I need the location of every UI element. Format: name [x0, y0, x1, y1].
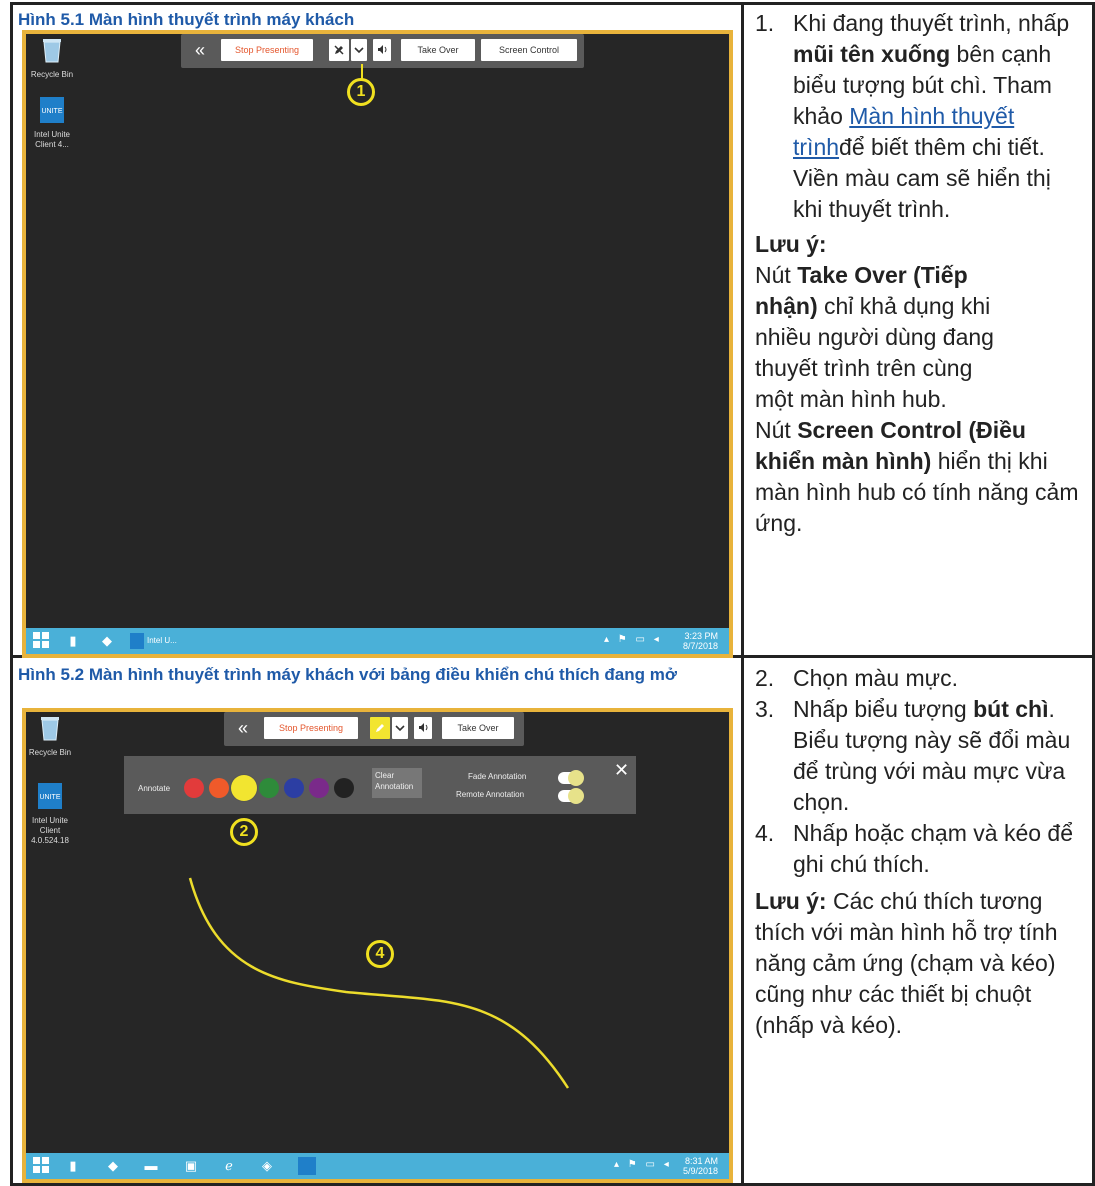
file-explorer-icon[interactable]: ▮ — [64, 632, 82, 650]
intel-unite-icon[interactable] — [298, 1157, 316, 1175]
taskbar: ▮ ◆ Intel U... ▴ ⚑ ▭ ◂ 3:23 PM 8/7/2018 — [26, 628, 729, 654]
list-number: 4. — [755, 820, 775, 846]
step-text: Nhấp hoặc chạm và kéo để ghi chú thích. — [793, 820, 1074, 877]
clock-time: 3:23 PM — [684, 631, 718, 641]
note-annotation: Lưu ý: Các chú thích tương thích với màn… — [755, 886, 1090, 1041]
svg-text:UNITE: UNITE — [42, 108, 63, 115]
note-text: Nút — [755, 417, 798, 443]
taskbar-intel-unite[interactable]: Intel U... — [130, 632, 190, 650]
step-bold-text: mũi tên xuống — [793, 41, 951, 67]
pencil-dropdown-button[interactable] — [351, 39, 367, 61]
clock-date: 5/9/2018 — [682, 1166, 718, 1176]
chevron-down-icon — [354, 47, 364, 54]
list-number: 1. — [755, 10, 775, 36]
pencil-icon — [334, 45, 344, 55]
windows-icon — [33, 1157, 49, 1173]
note-title: Lưu ý: — [755, 229, 1085, 260]
callout-4: 4 — [366, 940, 394, 968]
system-clock[interactable]: 3:23 PM 8/7/2018 — [678, 631, 718, 651]
instructions-step-1: 1. Khi đang thuyết trình, nhấp mũi tên xu… — [755, 8, 1085, 539]
step-text: Chọn màu mực. — [793, 665, 958, 691]
figure-1-caption: Hình 5.1 Màn hình thuyết trình máy khách — [18, 10, 355, 29]
start-button[interactable] — [32, 1157, 50, 1175]
note-take-over: Nút Take Over (Tiếp nhận) chỉ khả dụng k… — [755, 260, 1005, 415]
internet-explorer-icon[interactable]: ℯ — [220, 1157, 238, 1175]
server-manager-icon[interactable]: ◆ — [98, 632, 116, 650]
file-explorer-icon[interactable]: ▮ — [64, 1157, 82, 1175]
step-text: Khi đang thuyết trình, nhấp — [793, 10, 1070, 36]
list-item: 1. Khi đang thuyết trình, nhấp mũi tên xu… — [755, 8, 1085, 225]
clock-time: 8:31 AM — [684, 1156, 718, 1166]
taskbar-app-label: Intel U... — [147, 636, 177, 645]
desktop-icon-label: Intel Unite Client 4... — [33, 130, 71, 149]
recycle-bin-icon — [43, 39, 61, 63]
note-title-text: Lưu ý: — [755, 888, 827, 914]
desktop-icon-label: Recycle Bin — [30, 70, 74, 79]
take-over-button[interactable]: Take Over — [401, 39, 475, 61]
list-number: 2. — [755, 665, 775, 691]
system-clock[interactable]: 8:31 AM 5/9/2018 — [678, 1156, 718, 1176]
desktop-icon-recycle-bin[interactable]: Recycle Bin — [30, 36, 74, 80]
pencil-button[interactable] — [329, 39, 349, 61]
step-text: Nhấp biểu tượng — [793, 696, 974, 722]
callout-1: 1 — [347, 78, 375, 106]
list-item: 4. Nhấp hoặc chạm và kéo để ghi chú thích… — [755, 818, 1090, 880]
folder-icon[interactable]: ▬ — [142, 1157, 160, 1175]
note-title-text: Lưu ý: — [755, 231, 827, 257]
server-manager-icon[interactable]: ◆ — [104, 1157, 122, 1175]
system-tray-icons[interactable]: ▴ ⚑ ▭ ◂ — [614, 1159, 672, 1170]
figure-1-screenshot: Recycle Bin UNITE Intel Unite Client 4..… — [22, 30, 733, 658]
note-text: Nút — [755, 262, 798, 288]
speaker-icon — [377, 45, 386, 54]
note-screen-control: Nút Screen Control (Điều khiển màn hình)… — [755, 415, 1085, 539]
speaker-button[interactable] — [373, 39, 391, 61]
list-item: 2. Chọn màu mực. — [755, 663, 1090, 694]
presenter-toolbar: « Stop Presenting Take Over Screen Contr… — [181, 34, 584, 68]
clock-date: 8/7/2018 — [682, 641, 718, 651]
list-item: 3. Nhấp biểu tượng bút chì. Biểu tượng nà… — [755, 694, 1090, 818]
list-number: 3. — [755, 696, 775, 722]
system-tray-icons[interactable]: ▴ ⚑ ▭ ◂ — [604, 634, 662, 645]
taskbar: ▮ ◆ ▬ ▣ ℯ ◈ ▴ ⚑ ▭ ◂ 8:31 AM 5/9/2018 — [26, 1153, 729, 1179]
control-panel-icon[interactable]: ▣ — [182, 1157, 200, 1175]
intel-unite-icon — [130, 632, 144, 649]
start-button[interactable] — [32, 632, 50, 650]
network-icon[interactable]: ◈ — [258, 1157, 276, 1175]
figure-2-caption: Hình 5.2 Màn hình thuyết trình máy khách… — [18, 665, 677, 684]
windows-icon — [33, 632, 49, 648]
instructions-steps-2-4: 2. Chọn màu mực. 3. Nhấp biểu tượng bút ch… — [755, 663, 1090, 1041]
step-bold-text: bút chì — [973, 696, 1049, 722]
intel-unite-icon: UNITE — [40, 97, 64, 123]
stop-presenting-button[interactable]: Stop Presenting — [221, 39, 313, 61]
collapse-toolbar-button[interactable]: « — [195, 39, 205, 61]
screen-control-button[interactable]: Screen Control — [481, 39, 577, 61]
column-divider — [741, 2, 744, 1186]
desktop-icon-intel-unite[interactable]: UNITE Intel Unite Client 4... — [30, 96, 74, 150]
figure-2-screenshot: Recycle Bin UNITE Intel Unite Client 4.0… — [22, 708, 733, 1183]
